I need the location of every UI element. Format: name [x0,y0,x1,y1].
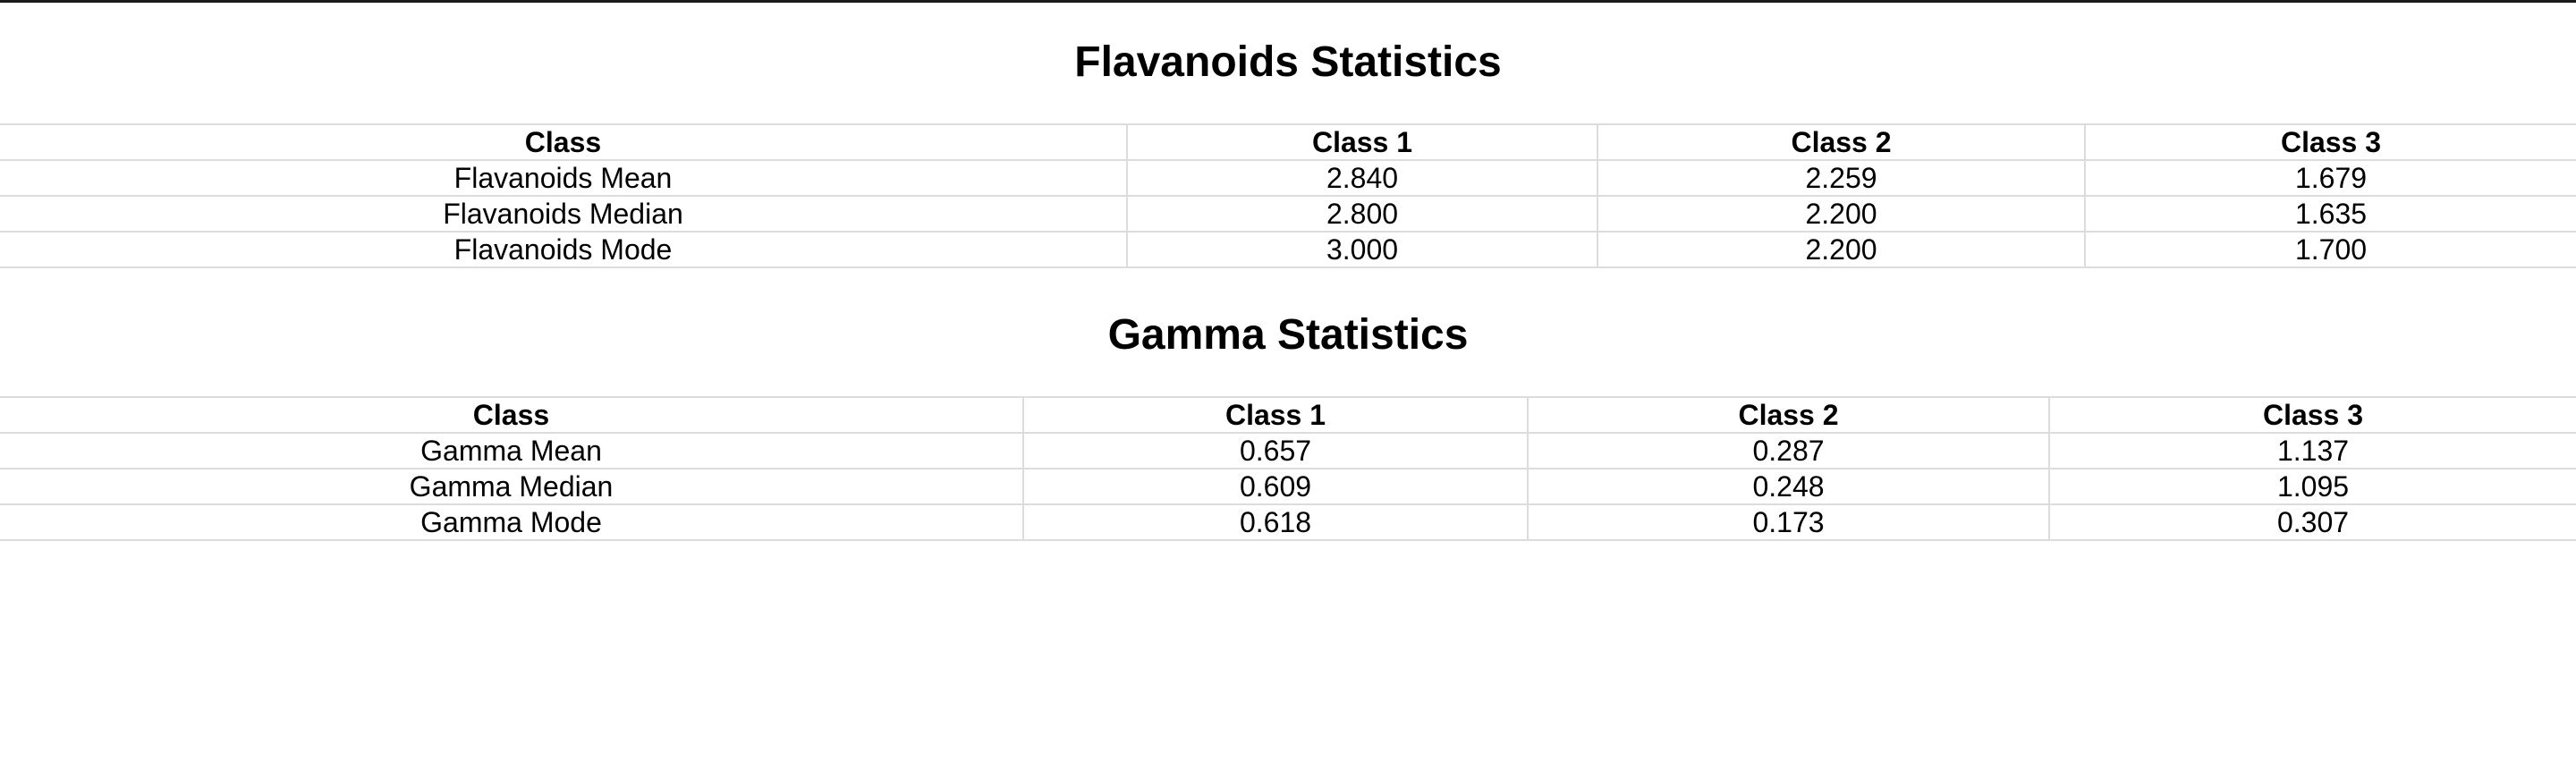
table-row: Flavanoids Median 2.800 2.200 1.635 [0,195,2576,233]
top-border [0,0,2576,3]
table-cell: 0.609 [1022,468,1529,505]
table-cell: 0.248 [1527,468,2050,505]
table-cell: 2.200 [1597,195,2086,233]
column-header-class-2: Class 2 [1597,123,2086,161]
table-cell: 0.657 [1022,432,1529,469]
row-label: Gamma Mean [0,432,1024,469]
table-header-row: Class Class 1 Class 2 Class 3 [0,123,2576,161]
table-cell: 0.173 [1527,503,2050,541]
table-row: Gamma Mean 0.657 0.287 1.137 [0,432,2576,469]
flavanoids-section-title: Flavanoids Statistics [1074,38,1502,86]
column-header-class-2: Class 2 [1527,396,2050,434]
flavanoids-stats-table: Class Class 1 Class 2 Class 3 Flavanoids… [0,123,2576,268]
row-label: Flavanoids Median [0,195,1128,233]
column-header-class: Class [0,123,1128,161]
gamma-stats-table: Class Class 1 Class 2 Class 3 Gamma Mean… [0,396,2576,541]
table-row: Flavanoids Mean 2.840 2.259 1.679 [0,159,2576,197]
column-header-class-3: Class 3 [2048,396,2576,434]
column-header-class: Class [0,396,1024,434]
table-row: Flavanoids Mode 3.000 2.200 1.700 [0,231,2576,268]
column-header-class-1: Class 1 [1126,123,1598,161]
row-label: Gamma Mode [0,503,1024,541]
row-label: Gamma Median [0,468,1024,505]
table-header-row: Class Class 1 Class 2 Class 3 [0,396,2576,434]
table-cell: 1.700 [2084,231,2576,268]
table-cell: 1.679 [2084,159,2576,197]
table-cell: 1.635 [2084,195,2576,233]
column-header-class-3: Class 3 [2084,123,2576,161]
gamma-section-title: Gamma Statistics [1107,311,1469,359]
table-cell: 0.307 [2048,503,2576,541]
table-cell: 2.200 [1597,231,2086,268]
table-cell: 2.840 [1126,159,1598,197]
table-cell: 2.259 [1597,159,2086,197]
table-cell: 0.618 [1022,503,1529,541]
table-cell: 1.137 [2048,432,2576,469]
table-cell: 1.095 [2048,468,2576,505]
table-cell: 2.800 [1126,195,1598,233]
row-label: Flavanoids Mean [0,159,1128,197]
column-header-class-1: Class 1 [1022,396,1529,434]
table-row: Gamma Mode 0.618 0.173 0.307 [0,503,2576,541]
table-cell: 0.287 [1527,432,2050,469]
row-label: Flavanoids Mode [0,231,1128,268]
table-cell: 3.000 [1126,231,1598,268]
table-row: Gamma Median 0.609 0.248 1.095 [0,468,2576,505]
